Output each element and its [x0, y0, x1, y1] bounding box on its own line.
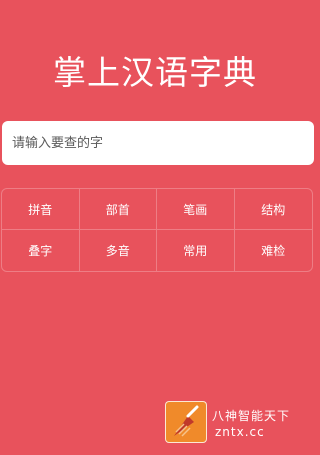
- category-hard-to-find-button[interactable]: 难检: [235, 230, 313, 271]
- category-stroke-button[interactable]: 笔画: [157, 189, 235, 230]
- category-common-button[interactable]: 常用: [157, 230, 235, 271]
- watermark-text: 八神智能天下: [212, 409, 291, 423]
- category-radical-button[interactable]: 部首: [79, 189, 157, 230]
- category-pinyin-button[interactable]: 拼音: [2, 189, 80, 230]
- app-title: 掌上汉语字典: [53, 53, 257, 92]
- category-grid: 拼音 部首 笔画 结构 叠字 多音 常用 难检: [1, 188, 313, 272]
- search-input[interactable]: [12, 121, 314, 165]
- watermark: 八神智能天下 zntx.cc: [165, 401, 307, 447]
- broom-icon: [174, 405, 199, 437]
- watermark-domain: zntx.cc: [215, 425, 265, 439]
- category-reduplicated-button[interactable]: 叠字: [2, 230, 80, 271]
- watermark-logo-icon: [165, 401, 207, 443]
- category-structure-button[interactable]: 结构: [234, 189, 312, 230]
- search-box[interactable]: [2, 121, 314, 165]
- category-polyphonic-button[interactable]: 多音: [80, 230, 157, 271]
